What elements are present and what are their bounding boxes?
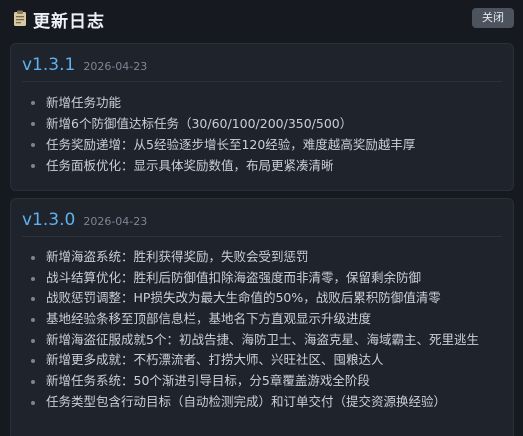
- changelog-entry: v1.3.1 2026-04-23 新增任务功能 新增6个防御值达标任务（30/…: [10, 43, 514, 191]
- change-list: 新增任务功能 新增6个防御值达标任务（30/60/100/200/350/500…: [31, 92, 415, 176]
- change-item: 任务类型包含行动目标（自动检测完成）和订单交付（提交资源换经验）: [31, 392, 479, 413]
- release-date: 2026-04-23: [83, 60, 148, 73]
- changelog-list[interactable]: v1.3.1 2026-04-23 新增任务功能 新增6个防御值达标任务（30/…: [0, 36, 523, 436]
- change-item: 新增任务系统：50个渐进引导目标，分5章覆盖游戏全阶段: [31, 371, 479, 392]
- divider: [22, 236, 502, 237]
- change-item: 新增6个防御值达标任务（30/60/100/200/350/500）: [31, 113, 415, 134]
- entry-header: v1.3.0 2026-04-23: [22, 210, 147, 230]
- change-item: 基地经验条移至顶部信息栏，基地名下方直观显示升级进度: [31, 309, 479, 330]
- change-item: 新增海盗征服成就5个：初战告捷、海防卫士、海盗克星、海域霸主、死里逃生: [31, 330, 479, 351]
- version-label: v1.3.1: [22, 55, 76, 75]
- panel-title: 更新日志: [33, 12, 105, 32]
- change-item: 任务奖励递增：从5经验逐步增长至120经验，难度越高奖励越丰厚: [31, 134, 415, 155]
- change-item: 新增任务功能: [31, 92, 415, 113]
- change-item: 战斗结算优化：胜利后防御值扣除海盗强度而非清零，保留剩余防御: [31, 268, 479, 289]
- change-item: 新增海盗系统：胜利获得奖励，失败会受到惩罚: [31, 247, 479, 268]
- change-item: 战败惩罚调整：HP损失改为最大生命值的50%，战败后累积防御值清零: [31, 288, 479, 309]
- panel-header: 更新日志 关闭: [0, 0, 523, 36]
- entry-header: v1.3.1 2026-04-23: [22, 55, 147, 75]
- changelog-entry: v1.3.0 2026-04-23 新增海盗系统：胜利获得奖励，失败会受到惩罚 …: [10, 198, 514, 436]
- clipboard-icon: [13, 10, 27, 26]
- release-date: 2026-04-23: [83, 215, 148, 228]
- changelog-panel: 更新日志 关闭 v1.3.1 2026-04-23 新增任务功能 新增6个防御值…: [0, 0, 523, 436]
- close-button[interactable]: 关闭: [472, 8, 514, 28]
- version-label: v1.3.0: [22, 210, 76, 230]
- change-list: 新增海盗系统：胜利获得奖励，失败会受到惩罚 战斗结算优化：胜利后防御值扣除海盗强…: [31, 247, 479, 413]
- change-item: 新增更多成就：不朽漂流者、打捞大师、兴旺社区、囤粮达人: [31, 350, 479, 371]
- change-item: 任务面板优化：显示具体奖励数值，布局更紧凑清晰: [31, 155, 415, 176]
- divider: [22, 81, 502, 82]
